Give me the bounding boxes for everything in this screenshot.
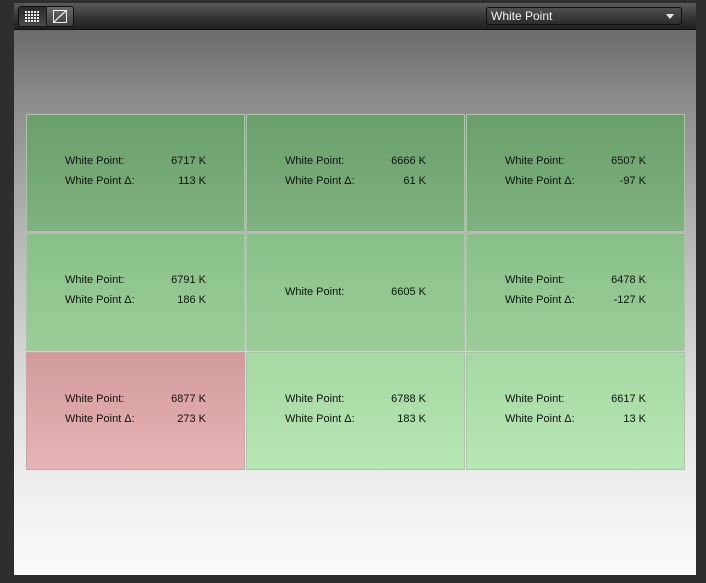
uniformity-cell[interactable]: White Point: 6507 K White Point Δ: -97 K — [466, 114, 685, 232]
grid-icon — [25, 10, 40, 22]
white-point-delta-value: 113 K — [178, 175, 206, 187]
white-point-value: 6717 K — [171, 155, 206, 167]
app-window: White Point White Point: 6717 K White Poin… — [0, 0, 706, 583]
white-point-delta-row: White Point Δ: 113 K — [27, 175, 244, 189]
uniformity-canvas: White Point: 6717 K White Point Δ: 113 K Whi… — [14, 30, 696, 575]
uniformity-cell[interactable]: White Point: 6666 K White Point Δ: 61 K — [246, 114, 465, 232]
toolbar: White Point — [14, 3, 696, 30]
white-point-row: White Point: 6507 K — [467, 155, 684, 169]
white-point-row: White Point: 6788 K — [247, 393, 464, 407]
metric-select-value: White Point — [491, 9, 553, 23]
white-point-row: White Point: 6478 K — [467, 274, 684, 288]
white-point-label: White Point: — [285, 286, 345, 298]
white-point-delta-row: White Point Δ: 13 K — [467, 413, 684, 427]
white-point-delta-label: White Point Δ: — [65, 413, 135, 425]
chevron-down-icon — [666, 14, 674, 19]
white-point-label: White Point: — [285, 155, 345, 167]
white-point-delta-label: White Point Δ: — [65, 294, 135, 306]
white-point-row: White Point: 6617 K — [467, 393, 684, 407]
uniformity-cell[interactable]: White Point: 6478 K White Point Δ: -127 K — [466, 233, 685, 351]
uniformity-cell[interactable]: White Point: 6877 K White Point Δ: 273 K — [26, 352, 245, 470]
curve-view-button[interactable] — [47, 7, 74, 26]
uniformity-cell[interactable]: White Point: 6788 K White Point Δ: 183 K — [246, 352, 465, 470]
white-point-delta-label: White Point Δ: — [65, 175, 135, 187]
white-point-delta-label: White Point Δ: — [505, 413, 575, 425]
white-point-label: White Point: — [285, 393, 345, 405]
uniformity-cell[interactable]: White Point: 6791 K White Point Δ: 186 K — [26, 233, 245, 351]
white-point-delta-value: -97 K — [619, 175, 646, 187]
white-point-row: White Point: 6666 K — [247, 155, 464, 169]
white-point-delta-label: White Point Δ: — [285, 175, 355, 187]
white-point-delta-value: 186 K — [177, 294, 206, 306]
white-point-value: 6605 K — [391, 286, 426, 298]
white-point-delta-row: White Point Δ: 61 K — [247, 175, 464, 189]
white-point-row: White Point: 6791 K — [27, 274, 244, 288]
white-point-delta-value: 273 K — [177, 413, 206, 425]
white-point-label: White Point: — [505, 155, 565, 167]
white-point-row: White Point: 6717 K — [27, 155, 244, 169]
white-point-row: White Point: 6877 K — [27, 393, 244, 407]
white-point-value: 6507 K — [611, 155, 646, 167]
white-point-value: 6877 K — [171, 393, 206, 405]
white-point-value: 6617 K — [611, 393, 646, 405]
uniformity-cell[interactable]: White Point: 6617 K White Point Δ: 13 K — [466, 352, 685, 470]
white-point-delta-row: White Point Δ: 186 K — [27, 294, 244, 308]
uniformity-cell[interactable]: White Point: 6605 K — [246, 233, 465, 351]
white-point-delta-label: White Point Δ: — [505, 175, 575, 187]
uniformity-cell[interactable]: White Point: 6717 K White Point Δ: 113 K — [26, 114, 245, 232]
white-point-delta-label: White Point Δ: — [505, 294, 575, 306]
white-point-label: White Point: — [505, 274, 565, 286]
view-toggle — [18, 6, 74, 27]
white-point-value: 6666 K — [391, 155, 426, 167]
white-point-delta-value: 61 K — [403, 175, 426, 187]
white-point-row: White Point: 6605 K — [247, 286, 464, 300]
white-point-delta-row: White Point Δ: 183 K — [247, 413, 464, 427]
grid-view-button[interactable] — [19, 7, 47, 26]
white-point-value: 6788 K — [391, 393, 426, 405]
white-point-delta-value: 183 K — [397, 413, 426, 425]
metric-select[interactable]: White Point — [486, 7, 682, 25]
white-point-delta-value: -127 K — [613, 294, 646, 306]
uniformity-grid: White Point: 6717 K White Point Δ: 113 K Whi… — [26, 114, 686, 471]
white-point-label: White Point: — [65, 274, 125, 286]
white-point-delta-row: White Point Δ: -127 K — [467, 294, 684, 308]
white-point-value: 6478 K — [611, 274, 646, 286]
white-point-delta-row: White Point Δ: -97 K — [467, 175, 684, 189]
white-point-value: 6791 K — [171, 274, 206, 286]
white-point-label: White Point: — [65, 393, 125, 405]
white-point-delta-row: White Point Δ: 273 K — [27, 413, 244, 427]
white-point-label: White Point: — [505, 393, 565, 405]
white-point-label: White Point: — [65, 155, 125, 167]
curve-icon — [52, 10, 67, 23]
white-point-delta-value: 13 K — [623, 413, 646, 425]
white-point-delta-label: White Point Δ: — [285, 413, 355, 425]
